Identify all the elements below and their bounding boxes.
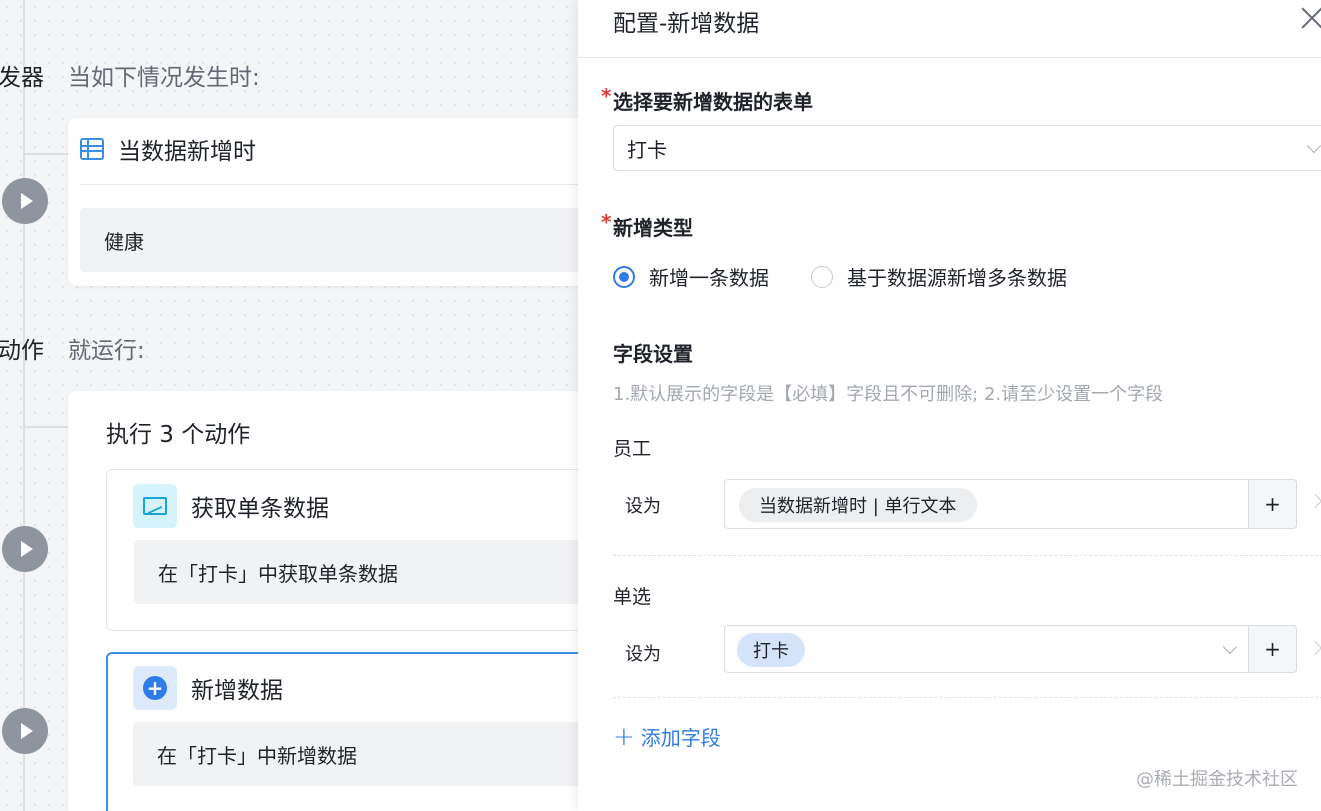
form-select[interactable]: 打卡 [613, 125, 1321, 171]
chevron-right-icon[interactable] [1307, 640, 1321, 656]
chevron-down-icon [1306, 138, 1321, 154]
trigger-card[interactable]: 当数据新增时 健康 [68, 118, 578, 286]
action-stage-label: 动作 [0, 338, 44, 364]
action-title: 新增数据 [191, 678, 283, 704]
field-name: 单选 [613, 586, 652, 608]
set-label: 设为 [625, 644, 661, 665]
flow-rail [23, 0, 25, 811]
table-icon [80, 138, 104, 160]
plus-icon: + [613, 721, 635, 752]
field-value-select[interactable]: 打卡 [724, 625, 1250, 673]
flow-branch [25, 426, 69, 428]
watermark: @稀土掘金技术社区 [1136, 769, 1298, 790]
panel-title: 配置-新增数据 [613, 11, 760, 37]
divider [80, 184, 578, 185]
plus-circle-icon: + [133, 666, 177, 710]
config-panel: 配置-新增数据 * 选择要新增数据的表单 打卡 * 新增类型 新增一条数据 基于… [578, 0, 1321, 811]
radio-multi-record[interactable] [811, 265, 833, 288]
chevron-right-icon[interactable] [1307, 493, 1321, 509]
action-title: 获取单条数据 [191, 496, 329, 522]
chevron-down-icon [1222, 639, 1238, 655]
radio-label[interactable]: 新增一条数据 [649, 262, 769, 291]
fields-section-title: 字段设置 [613, 342, 693, 366]
field-value-input[interactable]: 当数据新增时 | 单行文本 [724, 479, 1250, 529]
value-chip[interactable]: 打卡 [737, 633, 805, 667]
close-icon[interactable] [1300, 4, 1321, 32]
actions-title: 执行 3 个动作 [106, 422, 251, 448]
add-type-label: * 新增类型 [601, 210, 693, 240]
set-label: 设为 [625, 496, 661, 517]
flow-branch [25, 153, 69, 155]
add-variable-button[interactable]: + [1248, 479, 1297, 529]
radio-label[interactable]: 基于数据源新增多条数据 [847, 262, 1067, 291]
trigger-stage-label: 发器 [0, 65, 44, 91]
value-chip[interactable]: 当数据新增时 | 单行文本 [739, 488, 977, 522]
action-card-add-data[interactable]: + 新增数据 在「打卡」中新增数据 [106, 652, 578, 811]
chart-icon [133, 484, 177, 528]
actions-card: 执行 3 个动作 获取单条数据 在「打卡」中获取单条数据 + 新增数据 在「打卡… [68, 391, 578, 811]
divider [613, 555, 1321, 556]
action-hint: 就运行: [68, 338, 145, 364]
action-card-get-single[interactable]: 获取单条数据 在「打卡」中获取单条数据 [106, 469, 578, 631]
required-mark: * [601, 84, 612, 108]
run-action-2-play-icon[interactable] [2, 708, 48, 754]
trigger-card-title: 当数据新增时 [118, 139, 256, 165]
radio-single-record[interactable] [613, 265, 635, 288]
field-name: 员工 [613, 438, 652, 460]
divider [613, 697, 1321, 698]
action-description: 在「打卡」中新增数据 [133, 722, 578, 786]
form-select-value: 打卡 [627, 137, 667, 162]
add-variable-button[interactable]: + [1248, 625, 1297, 673]
form-select-label: * 选择要新增数据的表单 [601, 84, 813, 114]
run-action-1-play-icon[interactable] [2, 526, 48, 572]
workflow-canvas[interactable]: 发器 当如下情况发生时: 当数据新增时 健康 动作 就运行: 执行 3 个动作 … [0, 0, 578, 811]
panel-header: 配置-新增数据 [578, 0, 1321, 58]
trigger-card-value: 健康 [80, 208, 578, 272]
add-type-radio-group: 新增一条数据 基于数据源新增多条数据 [613, 262, 1067, 291]
required-mark: * [601, 210, 612, 234]
add-field-button[interactable]: + 添加字段 [613, 722, 721, 751]
action-description: 在「打卡」中获取单条数据 [134, 540, 578, 604]
run-trigger-play-icon[interactable] [2, 178, 48, 224]
fields-hint: 1.默认展示的字段是【必填】字段且不可删除; 2.请至少设置一个字段 [613, 384, 1164, 405]
trigger-hint: 当如下情况发生时: [68, 65, 260, 91]
